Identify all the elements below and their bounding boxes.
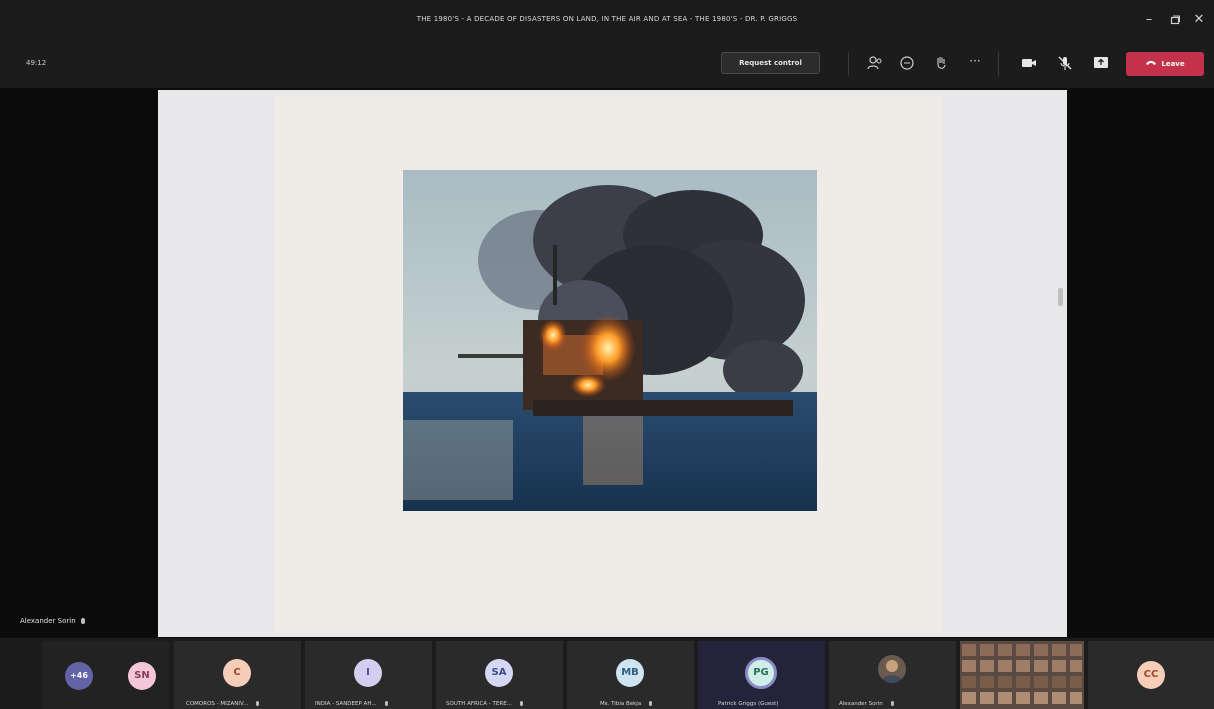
participants-icon[interactable] (866, 54, 884, 72)
slide-photo-oil-platform-fire (403, 170, 817, 511)
participant-name: Ms. Tibia Bekja (600, 701, 653, 707)
avatar: CC (1137, 661, 1165, 689)
avatar: SN (128, 662, 156, 690)
microphone-off-icon[interactable] (1056, 54, 1074, 72)
participant-name: COMOROS - MIZANIV... (186, 701, 260, 707)
title-bar: THE 1980'S - A DECADE OF DISASTERS ON LA… (0, 0, 1214, 40)
participant-tile[interactable]: MB Ms. Tibia Bekja (567, 641, 694, 709)
avatar: MB (616, 659, 644, 687)
close-icon[interactable]: ✕ (1190, 11, 1208, 29)
window-title: THE 1980'S - A DECADE OF DISASTERS ON LA… (416, 15, 798, 23)
leave-label: Leave (1161, 60, 1185, 68)
participant-tile[interactable]: SA SOUTH AFRICA - TERE... (436, 641, 563, 709)
participant-tile-overflow[interactable]: +46 SN (42, 641, 169, 709)
avatar: I (354, 659, 382, 687)
raise-hand-icon[interactable] (932, 54, 950, 72)
meeting-timer: 49:12 (26, 59, 47, 67)
request-control-button[interactable]: Request control (721, 52, 820, 74)
teams-meeting-window: THE 1980'S - A DECADE OF DISASTERS ON LA… (0, 0, 1214, 709)
microphone-icon (649, 701, 653, 706)
presenter-name: Alexander Sorin (20, 617, 76, 625)
camera-icon[interactable] (1020, 54, 1038, 72)
leave-button[interactable]: Leave (1126, 52, 1204, 76)
share-tray-icon[interactable] (1092, 54, 1110, 72)
participant-tile[interactable]: C COMOROS - MIZANIV... (174, 641, 301, 709)
overflow-count-avatar: +46 (65, 662, 93, 690)
participant-tile[interactable]: CC (1088, 641, 1214, 709)
avatar: PG (745, 657, 777, 689)
microphone-icon (519, 701, 523, 706)
toolbar-divider (998, 52, 999, 76)
participant-tile[interactable]: I INDIA - SANDEEP AH... (305, 641, 432, 709)
avatar: C (223, 659, 251, 687)
microphone-icon (890, 701, 894, 706)
participant-name: Alexander Sorin (839, 701, 894, 707)
participant-name: SOUTH AFRICA - TERE... (446, 701, 523, 707)
avatar: SA (485, 659, 513, 687)
toolbar-divider (848, 52, 849, 76)
maximize-icon[interactable] (1166, 11, 1184, 29)
microphone-icon (256, 701, 260, 706)
more-options-icon[interactable]: ··· (966, 54, 984, 72)
microphone-icon (80, 618, 85, 624)
participant-name: INDIA - SANDEEP AH... (315, 701, 388, 707)
avatar-photo (878, 655, 906, 683)
shared-scrollbar[interactable] (1058, 288, 1063, 306)
participant-tile-active-speaker[interactable]: PG Patrick Griggs (Guest) (698, 641, 825, 709)
chat-icon[interactable] (898, 54, 916, 72)
participant-tile-gallery-video[interactable] (960, 641, 1084, 709)
participant-tile[interactable]: Alexander Sorin (829, 641, 956, 709)
presenter-name-label: Alexander Sorin (20, 617, 85, 625)
phone-icon (1146, 61, 1157, 65)
microphone-icon (384, 701, 388, 706)
minimize-icon[interactable]: – (1140, 11, 1158, 29)
gallery-video-thumbnail (960, 641, 1084, 709)
participant-name: Patrick Griggs (Guest) (718, 701, 779, 707)
